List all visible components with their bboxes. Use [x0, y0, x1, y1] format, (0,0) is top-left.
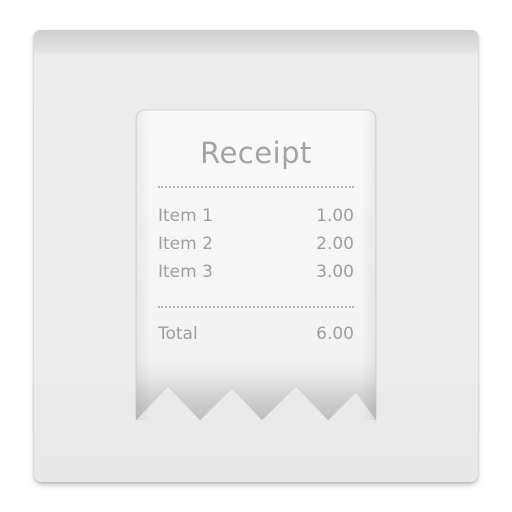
item-amount: 2.00	[316, 234, 354, 254]
item-name: Item 3	[158, 262, 213, 282]
receipt-title: Receipt	[200, 136, 312, 170]
total-amount: 6.00	[316, 324, 354, 344]
line-item: Item 2 2.00	[158, 234, 354, 260]
receipt-content: Receipt Item 1 1.00 Item 2 2.00 Item 3 3…	[136, 108, 376, 378]
item-amount: 1.00	[316, 206, 354, 226]
line-item: Item 3 3.00	[158, 262, 354, 288]
item-amount: 3.00	[316, 262, 354, 282]
dotted-divider-top	[158, 186, 354, 188]
receipt-app-icon: Receipt Item 1 1.00 Item 2 2.00 Item 3 3…	[0, 0, 512, 512]
dotted-divider-bottom	[158, 306, 354, 308]
item-name: Item 2	[158, 234, 213, 254]
total-row: Total 6.00	[158, 324, 354, 350]
item-name: Item 1	[158, 206, 213, 226]
line-item: Item 1 1.00	[158, 206, 354, 232]
total-label: Total	[158, 324, 198, 344]
